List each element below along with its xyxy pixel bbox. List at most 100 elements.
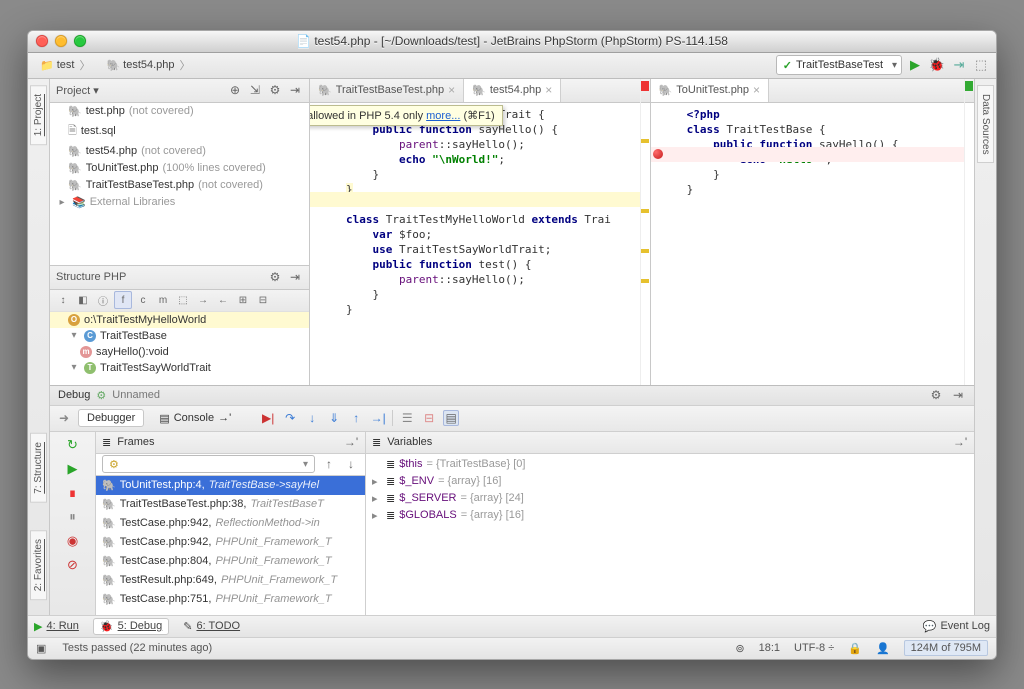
console-tab[interactable]: ▤Console →' xyxy=(150,409,240,428)
mute-breakpoints-icon[interactable]: ⊘ xyxy=(64,556,82,574)
rail-favorites[interactable]: 2: Favorites xyxy=(30,530,47,600)
zoom-window-button[interactable] xyxy=(74,35,86,47)
editor-right[interactable]: 🐘ToUnitTest.php× <?php class TraitTestBa… xyxy=(651,79,974,385)
project-view-dropdown[interactable]: Project ▾ xyxy=(56,84,99,97)
vars-menu-icon[interactable]: →' xyxy=(952,434,968,450)
gear-icon[interactable]: ⚙ xyxy=(267,82,283,98)
show-fields[interactable]: f xyxy=(114,291,132,309)
hide-icon[interactable]: ⇥ xyxy=(287,82,303,98)
run-tool-button[interactable]: ▶ 4: Run xyxy=(34,620,79,633)
tab-active[interactable]: 🐘test54.php× xyxy=(464,79,561,102)
debug-button[interactable]: 🐞 xyxy=(928,56,946,74)
tree-item: 🐘test.php (not covered) xyxy=(50,103,309,120)
method-icon: m xyxy=(80,346,92,358)
view-breakpoints-icon[interactable]: ◉ xyxy=(64,532,82,550)
tab-active[interactable]: 🐘ToUnitTest.php× xyxy=(651,79,769,102)
close-tab-icon[interactable]: × xyxy=(753,83,760,97)
breadcrumb-folder[interactable]: 📁 test 〉 xyxy=(34,55,96,75)
expand-arrow-icon[interactable]: ▾ xyxy=(68,362,80,373)
frames-menu-icon[interactable]: →' xyxy=(343,434,359,450)
gear-icon[interactable]: ⚙ xyxy=(928,387,944,403)
expand-arrow-icon[interactable]: ▾ xyxy=(68,330,80,341)
close-tab-icon[interactable]: × xyxy=(448,83,455,97)
step-into-icon[interactable]: ↓ xyxy=(304,410,320,426)
step-over-icon[interactable]: ↷ xyxy=(282,410,298,426)
layout-icon[interactable]: ▤ xyxy=(443,410,459,426)
highlight-level-icon[interactable]: ⊚ xyxy=(735,642,744,655)
structure-toolbar: ↕ ◧ ⓘ f c m ⬚ → ← ⊞ ⊟ xyxy=(50,290,309,312)
expand-all[interactable]: ⊞ xyxy=(234,291,252,309)
code-content[interactable]: trait TraitTestSayWorldTrait { public fu… xyxy=(310,103,650,321)
show-const[interactable]: c xyxy=(134,291,152,309)
structure-item: O o:\TraitTestMyHelloWorld xyxy=(50,312,309,328)
error-stripe[interactable] xyxy=(640,79,650,385)
variables-tree[interactable]: ≣ $this = {TraitTestBase} [0] ▸≣ $_ENV =… xyxy=(366,454,974,615)
console-icon: ▤ xyxy=(159,412,169,425)
tooltip-more-link[interactable]: more... xyxy=(426,110,460,122)
error-stripe[interactable] xyxy=(964,79,974,385)
resume-icon[interactable]: ▶ xyxy=(64,460,82,478)
aim-icon[interactable]: ⊕ xyxy=(227,82,243,98)
pause-icon[interactable]: ∎ xyxy=(64,484,82,502)
next-frame-icon[interactable]: ↓ xyxy=(343,456,359,472)
project-panel: Project ▾ ⊕ ⇲ ⚙ ⇥ 🐘test.php (not covered… xyxy=(50,79,310,385)
collapse-icon[interactable]: ⇲ xyxy=(247,82,263,98)
stop-icon[interactable]: ⏸ xyxy=(64,508,82,526)
watch-icon[interactable]: ⊟ xyxy=(421,410,437,426)
run-to-cursor-icon[interactable]: →| xyxy=(370,410,386,426)
gear-icon[interactable]: ⚙ xyxy=(267,269,283,285)
hide-icon[interactable]: ⇥ xyxy=(287,269,303,285)
breakpoint-icon[interactable] xyxy=(653,149,663,159)
toggle-toolwins-icon[interactable]: ▣ xyxy=(36,642,46,655)
tab[interactable]: 🐘TraitTestBaseTest.php× xyxy=(310,79,464,102)
project-tree[interactable]: 🐘test.php (not covered) 🗎test.sql 🐘test5… xyxy=(50,103,309,265)
memory-indicator[interactable]: 124M of 795M xyxy=(904,640,988,656)
class-icon: O xyxy=(68,314,80,326)
title-icon: 📄 xyxy=(296,34,311,48)
autoscroll-from[interactable]: ← xyxy=(214,291,232,309)
evaluate-icon[interactable]: ☰ xyxy=(399,410,415,426)
show-exec-point-icon[interactable]: ➜ xyxy=(56,410,72,426)
close-tab-icon[interactable]: × xyxy=(545,83,552,97)
minimize-window-button[interactable] xyxy=(55,35,67,47)
nav-toolbar: 📁 test 〉 🐘 test54.php 〉 ✓ TraitTestBaseT… xyxy=(28,53,996,79)
coverage-button[interactable]: ⇥ xyxy=(950,56,968,74)
encoding[interactable]: UTF-8 ÷ xyxy=(794,642,834,654)
debug-tool-button[interactable]: 🐞 5: Debug xyxy=(93,618,169,635)
editor-left[interactable]: 🐘TraitTestBaseTest.php× 🐘test54.php× tra… xyxy=(310,79,651,385)
status-bar: ▣ Tests passed (22 minutes ago) ⊚ 18:1 U… xyxy=(28,637,996,659)
event-log-button[interactable]: 💬 Event Log xyxy=(923,620,990,633)
rail-project[interactable]: 1: Project xyxy=(30,85,47,145)
close-window-button[interactable] xyxy=(36,35,48,47)
rail-structure[interactable]: 7: Structure xyxy=(30,433,47,503)
rail-datasources[interactable]: Data Sources xyxy=(977,85,994,164)
collapse-all[interactable]: ⊟ xyxy=(254,291,272,309)
variables-pane: ≣ Variables →' ≣ $this = {TraitTestBase}… xyxy=(366,432,974,615)
help-button[interactable]: ⬚ xyxy=(972,56,990,74)
todo-tool-button[interactable]: ✎ 6: TODO xyxy=(183,620,240,633)
run-config-dropdown[interactable]: ✓ TraitTestBaseTest xyxy=(776,55,902,75)
show-methods[interactable]: m xyxy=(154,291,172,309)
frame-list[interactable]: 🐘ToUnitTest.php:4, TraitTestBase->sayHel… xyxy=(96,476,365,615)
thread-select[interactable]: ⚙ xyxy=(102,455,315,473)
hide-icon[interactable]: ⇥ xyxy=(950,387,966,403)
readonly-lock-icon[interactable]: 🔒 xyxy=(848,642,862,655)
frame-item: 🐘TestCase.php:751, PHPUnit_Framework_T xyxy=(96,590,365,609)
run-button[interactable]: ▶ xyxy=(906,56,924,74)
autoscroll-source[interactable]: → xyxy=(194,291,212,309)
show-inc[interactable]: ⬚ xyxy=(174,291,192,309)
step-resume-icon[interactable]: ▶| xyxy=(260,410,276,426)
force-step-into-icon[interactable]: ⇓ xyxy=(326,410,342,426)
debugger-tab[interactable]: Debugger xyxy=(78,409,144,427)
sort-vis[interactable]: ◧ xyxy=(74,291,92,309)
line-col[interactable]: 18:1 xyxy=(759,642,780,654)
step-out-icon[interactable]: ↑ xyxy=(348,410,364,426)
breadcrumb-file[interactable]: 🐘 test54.php 〉 xyxy=(100,55,196,75)
show-inherited[interactable]: ⓘ xyxy=(94,291,112,309)
sort-alpha[interactable]: ↕ xyxy=(54,291,72,309)
rerun-icon[interactable]: ↻ xyxy=(64,436,82,454)
structure-tree[interactable]: O o:\TraitTestMyHelloWorld ▾C TraitTestB… xyxy=(50,312,309,385)
prev-frame-icon[interactable]: ↑ xyxy=(321,456,337,472)
expand-arrow-icon[interactable]: ▸ xyxy=(56,197,68,208)
hector-icon[interactable]: 👤 xyxy=(876,642,890,655)
